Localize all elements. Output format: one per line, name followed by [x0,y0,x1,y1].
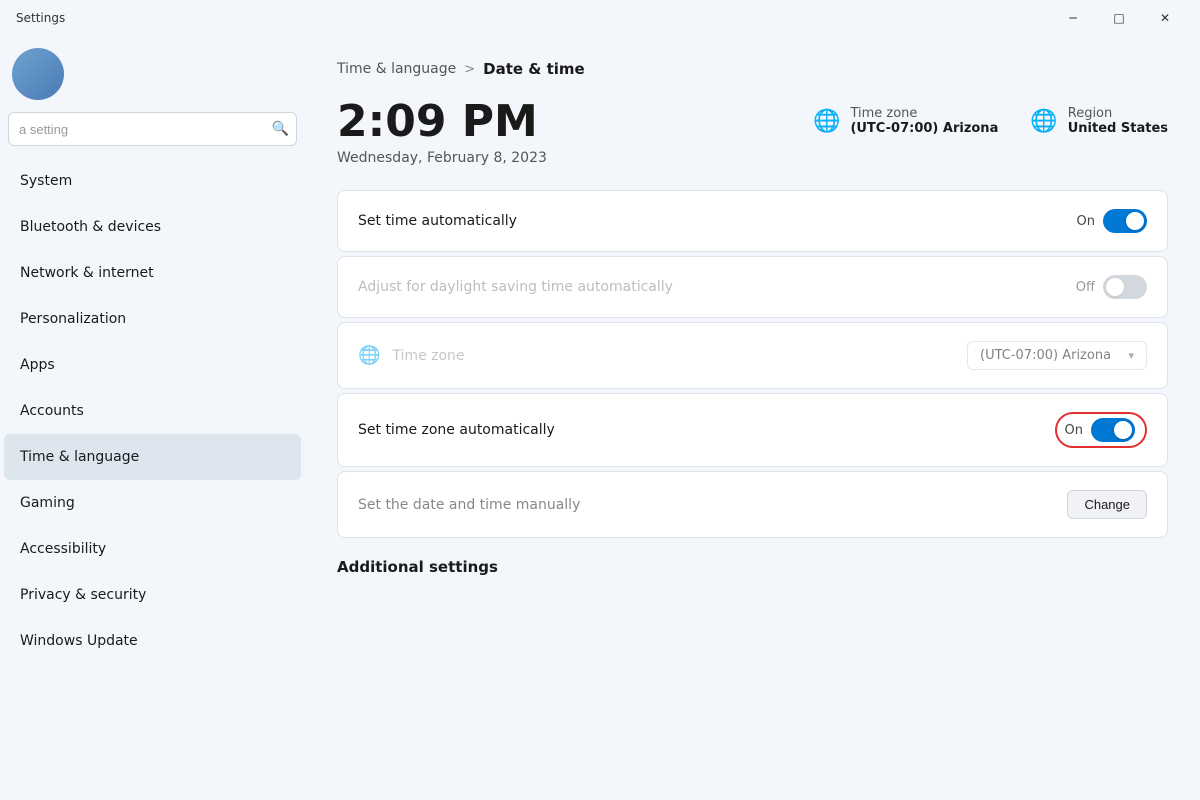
search-input[interactable] [8,112,297,146]
highlight-ring: On [1055,412,1147,448]
manual-date-label: Set the date and time manually [358,497,580,513]
app-body: 🔍 System Bluetooth & devices Network & i… [0,36,1200,800]
daylight-state: Off [1076,280,1095,295]
timezone-dropdown-value: (UTC-07:00) Arizona [980,348,1111,363]
timezone-dropdown-container: (UTC-07:00) Arizona ▾ [967,341,1147,370]
daylight-label: Adjust for daylight saving time automati… [358,279,673,295]
breadcrumb-separator: > [464,62,475,77]
main-content: Time & language > Date & time 2:09 PM We… [305,36,1200,800]
breadcrumb-parent[interactable]: Time & language [337,61,456,77]
clock-display: 2:09 PM Wednesday, February 8, 2023 [337,98,547,166]
toggle-knob-daylight [1106,278,1124,296]
sidebar-item-gaming[interactable]: Gaming [4,480,301,526]
sidebar-item-accounts-label: Accounts [20,403,84,419]
sidebar-item-privacy-label: Privacy & security [20,587,146,603]
timezone-label: Time zone [850,106,998,121]
breadcrumb-current: Date & time [483,60,585,78]
region-globe-icon: 🌐 [1030,109,1057,134]
sidebar-item-gaming-label: Gaming [20,495,75,511]
set-time-auto-label: Set time automatically [358,213,517,229]
sidebar-item-network[interactable]: Network & internet [4,250,301,296]
change-button[interactable]: Change [1067,490,1147,519]
region-label: Region [1068,106,1168,121]
sidebar-item-system-label: System [20,173,72,189]
set-time-auto-card: Set time automatically On [337,190,1168,252]
region-value: United States [1068,121,1168,136]
toggle-knob-timezone-auto [1114,421,1132,439]
sidebar-item-system[interactable]: System [4,158,301,204]
set-timezone-auto-right: On [1055,412,1147,448]
sidebar-item-apps[interactable]: Apps [4,342,301,388]
search-box: 🔍 [8,112,297,146]
daylight-row: Adjust for daylight saving time automati… [338,257,1167,317]
sidebar-item-bluetooth[interactable]: Bluetooth & devices [4,204,301,250]
sidebar-item-update-label: Windows Update [20,633,138,649]
timezone-dropdown[interactable]: (UTC-07:00) Arizona ▾ [967,341,1147,370]
close-button[interactable]: ✕ [1142,2,1188,34]
set-time-auto-row: Set time automatically On [338,191,1167,251]
search-icon: 🔍 [272,121,289,137]
clock-time: 2:09 PM [337,98,547,146]
timezone-setting-label: Time zone [392,348,464,364]
daylight-toggle-container: Off [1076,275,1147,299]
timezone-setting-left: 🌐 Time zone [358,345,465,366]
minimize-button[interactable]: ─ [1050,2,1096,34]
manual-date-row: Set the date and time manually Change [338,472,1167,537]
toggle-knob [1126,212,1144,230]
set-timezone-auto-toggle[interactable] [1091,418,1135,442]
maximize-button[interactable]: □ [1096,2,1142,34]
sidebar-item-accounts[interactable]: Accounts [4,388,301,434]
clock-date: Wednesday, February 8, 2023 [337,150,547,166]
sidebar-item-apps-label: Apps [20,357,55,373]
window-controls: ─ □ ✕ [1050,2,1188,34]
sidebar-item-bluetooth-label: Bluetooth & devices [20,219,161,235]
timezone-value: (UTC-07:00) Arizona [850,121,998,136]
sidebar-item-time[interactable]: Time & language [4,434,301,480]
titlebar: Settings ─ □ ✕ [0,0,1200,36]
sidebar-item-personalization[interactable]: Personalization [4,296,301,342]
set-timezone-auto-state: On [1065,423,1083,438]
sidebar-item-update[interactable]: Windows Update [4,618,301,664]
chevron-down-icon: ▾ [1128,349,1134,362]
sidebar-item-accessibility[interactable]: Accessibility [4,526,301,572]
breadcrumb: Time & language > Date & time [337,60,1168,78]
change-btn-container: Change [1067,490,1147,519]
clock-meta: 🌐 Time zone (UTC-07:00) Arizona 🌐 Region… [813,98,1168,136]
set-timezone-auto-row: Set time zone automatically On [338,394,1167,466]
sidebar-item-personalization-label: Personalization [20,311,126,327]
set-time-auto-toggle-container: On [1077,209,1147,233]
timezone-meta: 🌐 Time zone (UTC-07:00) Arizona [813,106,998,136]
daylight-toggle[interactable] [1103,275,1147,299]
additional-settings-heading: Additional settings [337,558,1168,576]
timezone-card: 🌐 Time zone (UTC-07:00) Arizona ▾ [337,322,1168,389]
avatar [12,48,64,100]
set-timezone-auto-label: Set time zone automatically [358,422,555,438]
daylight-card: Adjust for daylight saving time automati… [337,256,1168,318]
sidebar-item-time-label: Time & language [20,449,139,465]
sidebar-item-privacy[interactable]: Privacy & security [4,572,301,618]
sidebar: 🔍 System Bluetooth & devices Network & i… [0,36,305,800]
timezone-setting-row: 🌐 Time zone (UTC-07:00) Arizona ▾ [338,323,1167,388]
set-timezone-auto-card: Set time zone automatically On [337,393,1168,467]
timezone-setting-icon: 🌐 [358,345,380,366]
set-time-auto-toggle[interactable] [1103,209,1147,233]
sidebar-item-network-label: Network & internet [20,265,154,281]
set-time-auto-state: On [1077,214,1095,229]
sidebar-item-accessibility-label: Accessibility [20,541,106,557]
region-meta: 🌐 Region United States [1030,106,1168,136]
window-title: Settings [16,11,65,25]
manual-date-card: Set the date and time manually Change [337,471,1168,538]
clock-section: 2:09 PM Wednesday, February 8, 2023 🌐 Ti… [337,98,1168,166]
timezone-globe-icon: 🌐 [813,109,840,134]
